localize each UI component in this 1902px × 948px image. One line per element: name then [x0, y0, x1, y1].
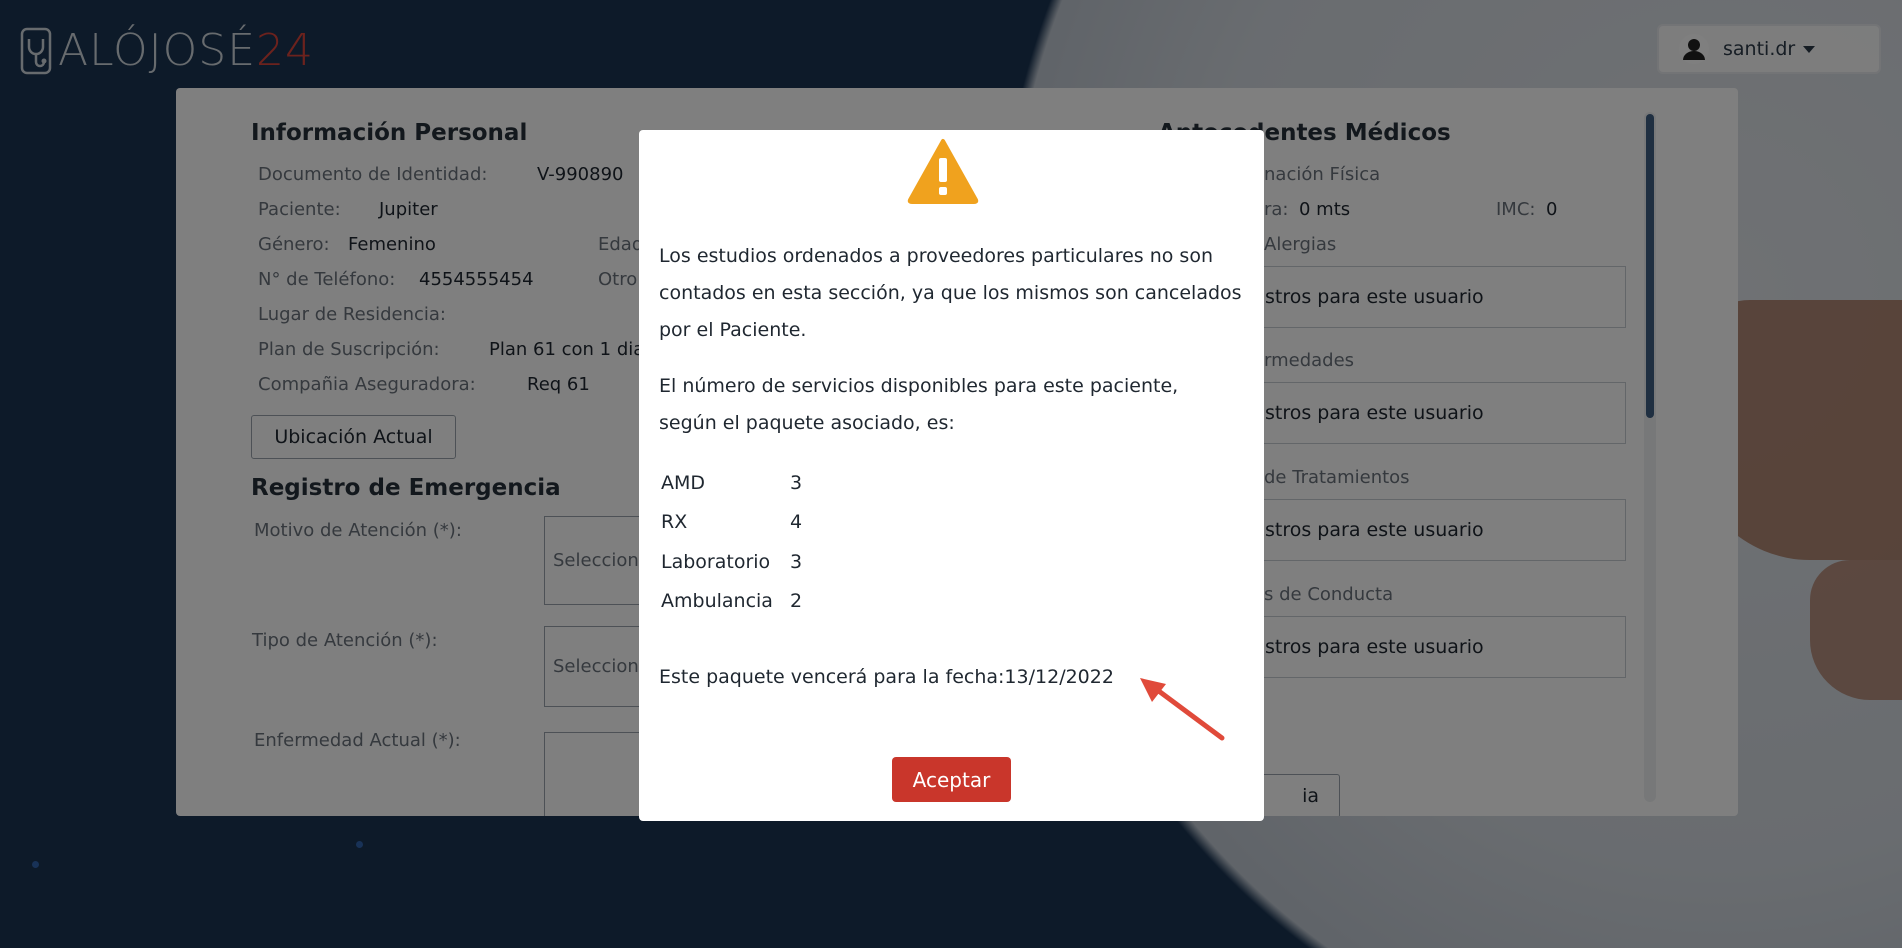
package-expiry-text: Este paquete vencerá para la fecha:13/12… [659, 666, 1114, 688]
service-count: 3 [790, 551, 803, 573]
service-count: 4 [790, 511, 803, 533]
modal-paragraph-1: Los estudios ordenados a proveedores par… [659, 245, 1242, 341]
service-count: 2 [790, 590, 803, 612]
service-name: AMD [661, 472, 706, 494]
annotation-arrow-icon [1140, 678, 1225, 741]
service-count: 3 [790, 472, 803, 494]
service-name: Laboratorio [661, 551, 771, 573]
warning-icon [907, 139, 979, 204]
service-name: RX [661, 511, 688, 533]
accept-button[interactable]: Aceptar [892, 757, 1011, 802]
modal-paragraph-2: El número de servicios disponibles para … [659, 375, 1179, 434]
service-name: Ambulancia [661, 590, 773, 612]
